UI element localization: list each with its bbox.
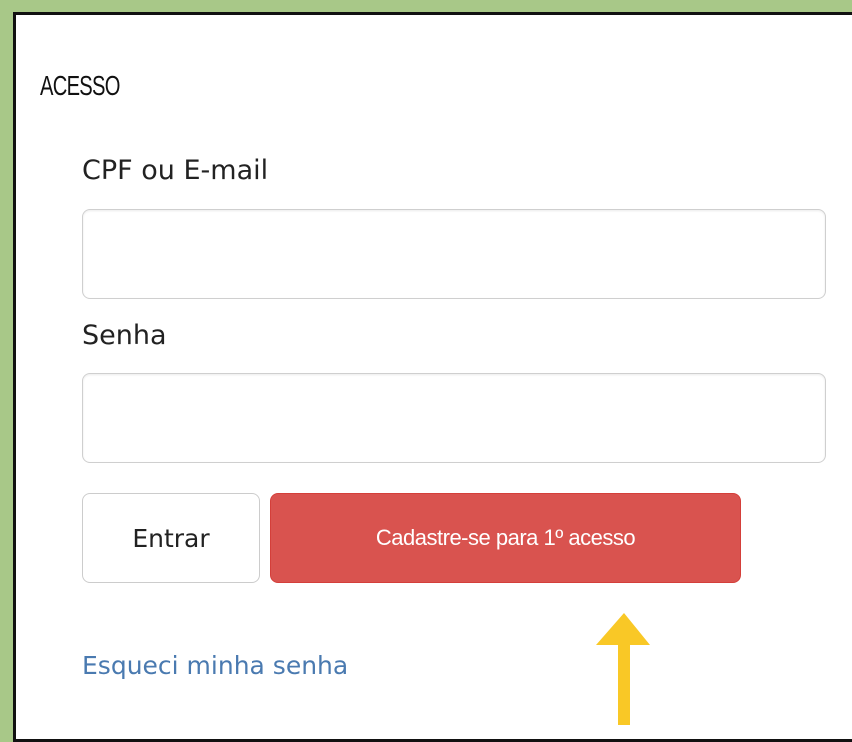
entrar-button[interactable]: Entrar: [82, 493, 260, 583]
cpf-email-label: CPF ou E-mail: [82, 155, 269, 186]
senha-input[interactable]: [82, 373, 826, 463]
cadastro-primeiro-acesso-button[interactable]: Cadastre-se para 1º acesso: [270, 493, 741, 583]
forgot-password-link[interactable]: Esqueci minha senha: [82, 651, 348, 680]
senha-label: Senha: [82, 320, 167, 351]
cpf-email-input[interactable]: [82, 209, 826, 299]
section-title: ACESSO: [40, 70, 120, 101]
login-panel: ACESSO CPF ou E-mail Senha Entrar Cadast…: [13, 12, 852, 742]
up-arrow-icon: [596, 613, 650, 725]
